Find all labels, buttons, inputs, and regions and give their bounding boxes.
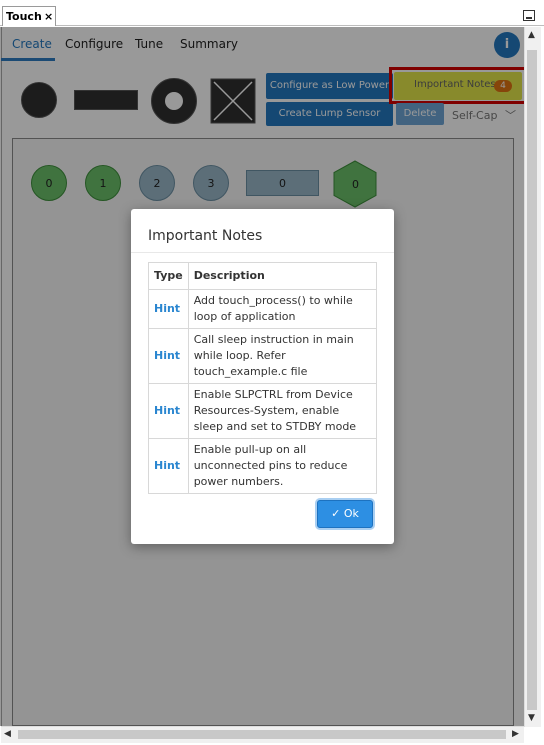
note-description: Enable pull-up on all unconnected pins t… bbox=[187, 438, 378, 494]
note-description: Add touch_process() to while loop of app… bbox=[187, 289, 378, 329]
dialog-divider bbox=[131, 252, 394, 253]
table-row: Hint Enable SLPCTRL from Device Resource… bbox=[148, 383, 378, 439]
vertical-scroll-thumb[interactable] bbox=[527, 50, 537, 710]
dialog-title: Important Notes bbox=[148, 228, 263, 244]
note-description: Call sleep instruction in main while loo… bbox=[187, 328, 378, 384]
scroll-up-icon[interactable]: ▲ bbox=[528, 30, 535, 40]
table-header-row: Type Description bbox=[148, 262, 378, 290]
note-type: Hint bbox=[148, 438, 189, 494]
table-row: Hint Add touch_process() to while loop o… bbox=[148, 289, 378, 329]
scroll-down-icon[interactable]: ▼ bbox=[528, 713, 535, 723]
checkmark-icon: ✓ bbox=[331, 507, 341, 520]
ok-button[interactable]: ✓ Ok bbox=[317, 500, 373, 528]
table-row: Hint Enable pull-up on all unconnected p… bbox=[148, 438, 378, 494]
scroll-right-icon[interactable]: ▶ bbox=[512, 729, 519, 739]
horizontal-scroll-thumb[interactable] bbox=[18, 730, 506, 739]
column-header-description: Description bbox=[187, 262, 378, 290]
close-icon[interactable]: × bbox=[44, 10, 53, 23]
note-description: Enable SLPCTRL from Device Resources-Sys… bbox=[187, 383, 378, 439]
view-tab-strip bbox=[0, 0, 544, 26]
minimize-icon[interactable] bbox=[523, 10, 535, 21]
note-type: Hint bbox=[148, 289, 189, 329]
note-type: Hint bbox=[148, 328, 189, 384]
touch-view-tab-label: Touch bbox=[6, 10, 42, 23]
notes-table: Type Description Hint Add touch_process(… bbox=[148, 262, 378, 494]
note-type: Hint bbox=[148, 383, 189, 439]
table-row: Hint Call sleep instruction in main whil… bbox=[148, 328, 378, 384]
ok-button-label: Ok bbox=[343, 507, 359, 520]
scroll-left-icon[interactable]: ◀ bbox=[4, 729, 11, 739]
column-header-type: Type bbox=[148, 262, 189, 290]
